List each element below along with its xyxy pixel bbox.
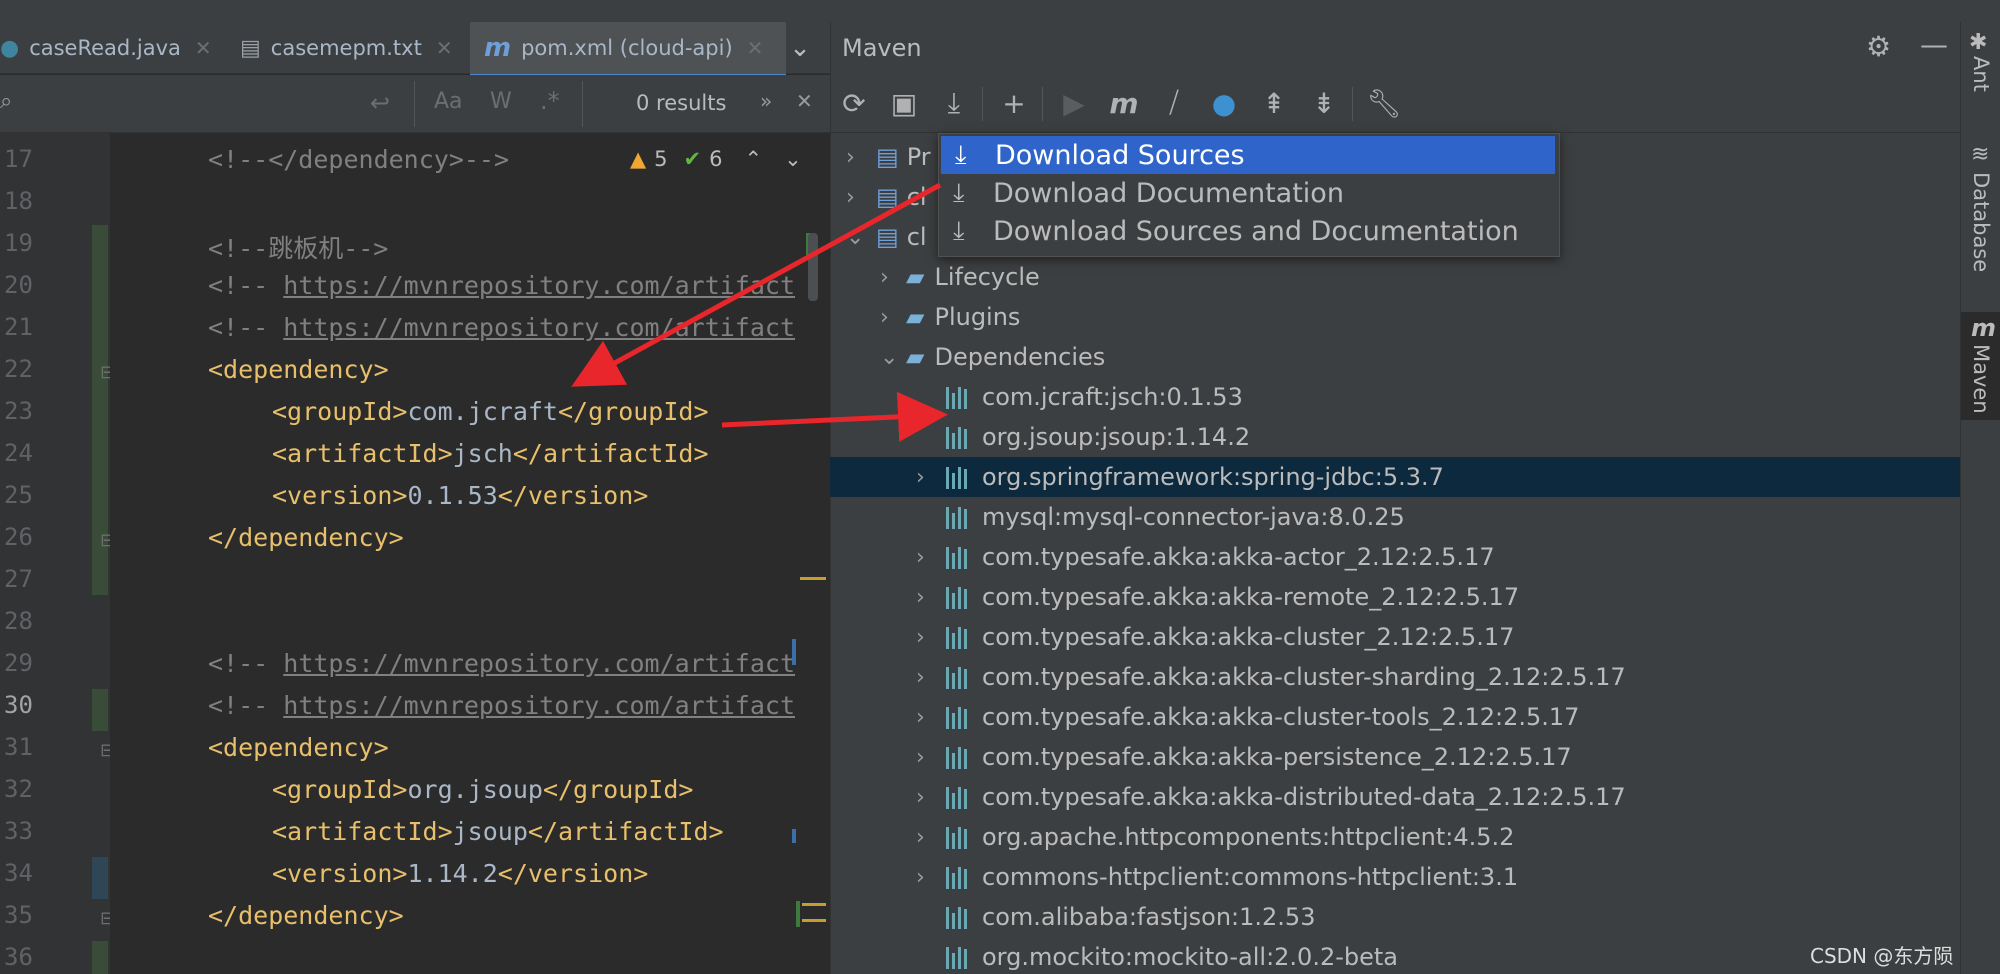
annotation-arrows: [571, 182, 948, 442]
watermark: CSDN @东方陨: [1810, 944, 1954, 968]
arrow-to-dependency: [721, 391, 948, 442]
arrow-to-groupid: [571, 182, 942, 387]
